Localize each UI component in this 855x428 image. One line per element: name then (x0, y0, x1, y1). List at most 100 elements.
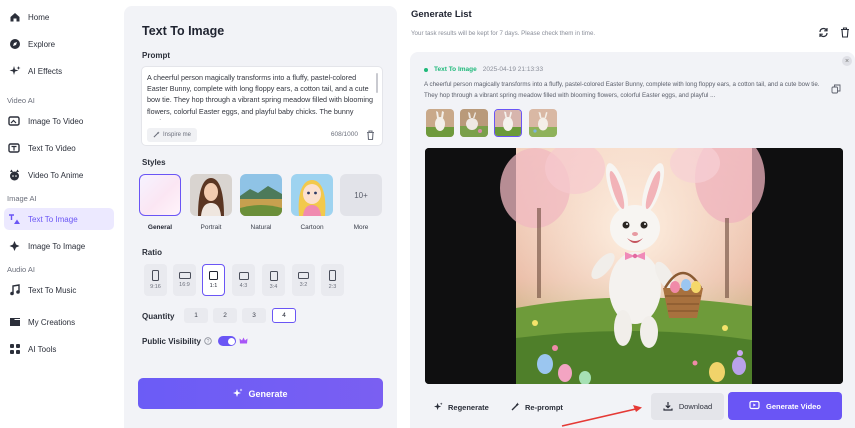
close-icon[interactable]: × (842, 56, 852, 66)
inspire-me-button[interactable]: Inspire me (147, 128, 198, 142)
help-icon[interactable]: ? (204, 337, 212, 345)
generate-video-label: Generate Video (766, 401, 821, 411)
style-thumb-more: 10+ (340, 174, 382, 216)
style-option-general[interactable]: General (138, 174, 182, 231)
generated-image-preview[interactable] (425, 148, 843, 384)
re-prompt-button[interactable]: Re-prompt (511, 398, 563, 416)
sparkle-icon (8, 65, 21, 78)
quantity-1[interactable]: 1 (184, 308, 208, 323)
quantity-label: Quantity (142, 312, 175, 321)
sidebar-item-label: Home (28, 12, 50, 22)
quantity-4[interactable]: 4 (272, 308, 296, 323)
prompt-textarea[interactable]: A cheerful person magically transforms i… (141, 66, 383, 146)
regenerate-label: Regenerate (448, 402, 489, 412)
sidebar-item-label: Text To Music (28, 285, 77, 295)
inspire-me-label: Inspire me (163, 132, 192, 138)
sidebar-item-text-to-image[interactable]: Text To Image (4, 208, 114, 230)
sidebar-item-video-to-anime[interactable]: Video To Anime (4, 164, 114, 186)
ratio-value: 2:3 (328, 284, 337, 290)
prompt-text[interactable]: A cheerful person magically transforms i… (147, 72, 373, 120)
result-date: 2025-04-19 21:13:33 (482, 66, 544, 73)
result-thumbnail-selected[interactable] (494, 109, 522, 137)
download-button[interactable]: Download (651, 393, 724, 420)
anime-icon (8, 169, 21, 182)
crown-icon (239, 337, 248, 347)
delete-icon[interactable] (840, 27, 851, 38)
result-thumbnail[interactable] (529, 109, 557, 137)
result-thumbnail[interactable] (426, 109, 454, 137)
sidebar-item-text-to-video[interactable]: Text To Video (4, 137, 114, 159)
retention-notice: Your task results will be kept for 7 day… (411, 30, 596, 37)
style-option-natural[interactable]: Natural (239, 174, 283, 231)
regenerate-button[interactable]: Regenerate (434, 398, 489, 416)
trash-icon[interactable] (366, 130, 375, 141)
generate-list-title: Generate List (411, 9, 472, 20)
styles-label: Styles (142, 158, 166, 167)
video-icon (749, 400, 760, 412)
download-icon (663, 401, 673, 413)
more-styles-badge: 10+ (354, 190, 368, 200)
generate-button[interactable]: Generate (138, 378, 383, 409)
style-name: Natural (250, 224, 272, 231)
style-name: Portrait (200, 224, 222, 231)
section-image-ai: Image AI (7, 194, 37, 203)
public-visibility-toggle[interactable] (218, 336, 236, 346)
ratio-1-1[interactable]: 1:1 (202, 264, 225, 296)
sidebar-item-image-to-video[interactable]: Image To Video (4, 110, 114, 132)
prompt-scrollbar[interactable] (376, 73, 378, 93)
quantity-2[interactable]: 2 (213, 308, 237, 323)
sidebar-item-ai-tools[interactable]: AI Tools (4, 338, 114, 360)
ratio-9-16[interactable]: 9:16 (144, 264, 167, 296)
magic-wand-icon (511, 402, 520, 413)
re-prompt-label: Re-prompt (525, 402, 563, 412)
sidebar-item-home[interactable]: Home (4, 6, 114, 28)
char-count: 608/1000 (330, 131, 358, 138)
style-option-cartoon[interactable]: Cartoon (290, 174, 334, 231)
sidebar-item-label: My Creations (28, 317, 76, 327)
ratio-4-3[interactable]: 4:3 (232, 264, 255, 296)
ratio-value: 3:2 (299, 282, 308, 288)
result-type-tag: Text To Image (434, 66, 477, 73)
sidebar-item-explore[interactable]: Explore (4, 33, 114, 55)
sparkle-icon (434, 401, 443, 413)
ratio-2-3[interactable]: 2:3 (321, 264, 344, 296)
style-thumb-portrait (190, 174, 232, 216)
easter-bunny-image (425, 148, 843, 384)
sidebar-item-text-to-music[interactable]: Text To Music (4, 279, 114, 301)
page-title: Text To Image (142, 24, 225, 38)
ratio-value: 4:3 (239, 282, 248, 289)
sidebar-item-label: Image To Image (28, 241, 86, 251)
sidebar-item-label: AI Effects (28, 66, 63, 76)
section-video-ai: Video AI (7, 96, 35, 105)
style-option-more[interactable]: 10+ More (339, 174, 383, 231)
style-name: More (353, 224, 369, 231)
sidebar-item-label: Text To Image (28, 214, 78, 224)
sidebar: Home Explore AI Effects Video AI Image T… (0, 0, 118, 428)
section-audio-ai: Audio AI (7, 265, 35, 274)
ratio-16-9[interactable]: 16:9 (173, 264, 196, 296)
sidebar-item-ai-effects[interactable]: AI Effects (4, 60, 114, 82)
download-label: Download (678, 402, 713, 411)
style-name: Cartoon (300, 224, 324, 231)
refresh-icon[interactable] (818, 27, 829, 38)
style-thumb-general (139, 174, 181, 216)
compass-icon (8, 38, 21, 51)
image-image-icon (8, 240, 21, 253)
magic-wand-icon (153, 130, 160, 140)
ratio-value: 3:4 (269, 283, 278, 290)
image-video-icon (8, 115, 21, 128)
generate-video-button[interactable]: Generate Video (728, 392, 842, 420)
ratio-3-4[interactable]: 3:4 (262, 264, 285, 296)
sidebar-item-my-creations[interactable]: My Creations (4, 311, 114, 333)
style-option-portrait[interactable]: Portrait (189, 174, 233, 231)
quantity-3[interactable]: 3 (242, 308, 266, 323)
style-thumb-cartoon (291, 174, 333, 216)
public-visibility-label: Public Visibility (142, 337, 201, 346)
prompt-label: Prompt (142, 51, 170, 60)
ratio-3-2[interactable]: 3:2 (292, 264, 315, 296)
sidebar-item-image-to-image[interactable]: Image To Image (4, 235, 114, 257)
ratio-value: 9:16 (150, 284, 161, 290)
copy-icon[interactable] (831, 84, 841, 94)
svg-text:?: ? (207, 339, 210, 345)
result-thumbnail[interactable] (460, 109, 488, 137)
